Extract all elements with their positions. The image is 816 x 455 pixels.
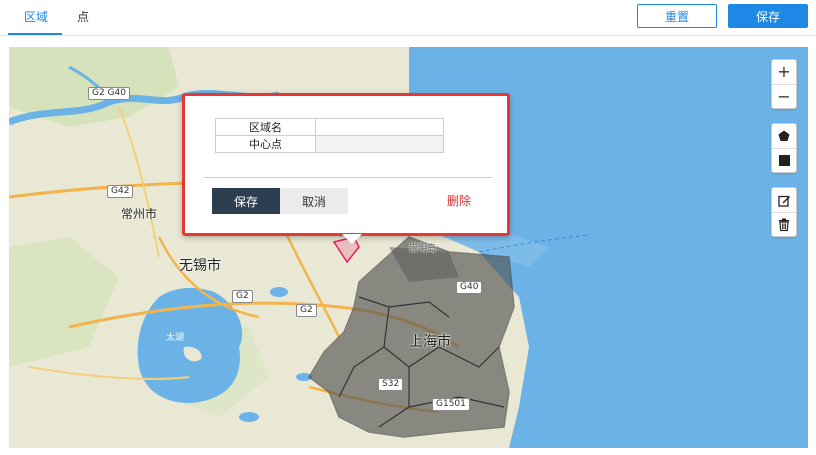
draw-shape-controls bbox=[771, 123, 797, 173]
tab-region[interactable]: 区域 bbox=[24, 0, 48, 36]
draw-rectangle-button[interactable] bbox=[772, 148, 796, 172]
zoom-out-button[interactable]: − bbox=[772, 84, 796, 108]
top-toolbar: 区域 点 重置 保存 bbox=[0, 0, 816, 36]
edit-controls bbox=[771, 187, 797, 237]
edit-shape-button[interactable] bbox=[772, 188, 796, 212]
pentagon-icon bbox=[778, 130, 790, 141]
city-label-changzhou: 常州市 bbox=[121, 207, 158, 221]
delete-shape-button[interactable] bbox=[772, 212, 796, 236]
draw-polygon-button[interactable] bbox=[772, 124, 796, 148]
zoom-controls: + − bbox=[771, 59, 797, 109]
popup-cancel-button[interactable]: 取消 bbox=[280, 188, 348, 214]
popup-pointer bbox=[342, 234, 362, 244]
road-shield-g40: G40 bbox=[456, 281, 483, 294]
region-name-label: 区域名 bbox=[215, 118, 316, 136]
road-shield-g2g40: G2 G40 bbox=[88, 87, 130, 100]
form-row-region-name: 区域名 bbox=[215, 118, 444, 136]
road-shield-s32: S32 bbox=[378, 378, 404, 391]
region-form-table: 区域名 中心点 bbox=[215, 118, 444, 153]
center-point-label: 中心点 bbox=[215, 135, 316, 153]
lake-label-taihu: 太湖 bbox=[166, 333, 185, 343]
square-icon bbox=[778, 155, 790, 166]
center-point-input[interactable] bbox=[316, 137, 443, 151]
road-shield-g1501: G1501 bbox=[432, 398, 470, 411]
road-shield-g2-east: G2 bbox=[296, 304, 317, 317]
form-row-center-point: 中心点 bbox=[215, 135, 444, 153]
save-button[interactable]: 保存 bbox=[728, 4, 808, 28]
road-shield-g2: G2 bbox=[232, 290, 253, 303]
active-tab-indicator bbox=[8, 33, 62, 35]
popup-divider bbox=[203, 177, 493, 178]
trash-icon bbox=[779, 218, 789, 231]
region-name-input[interactable] bbox=[316, 120, 443, 134]
island-label-chongming: 崇明岛 bbox=[409, 244, 437, 254]
city-label-wuxi: 无锡市 bbox=[179, 258, 221, 274]
popup-save-button[interactable]: 保存 bbox=[212, 188, 280, 214]
tab-point[interactable]: 点 bbox=[77, 0, 89, 36]
city-label-shanghai: 上海市 bbox=[409, 334, 451, 350]
zoom-in-button[interactable]: + bbox=[772, 60, 796, 84]
popup-delete-link[interactable]: 删除 bbox=[447, 188, 471, 214]
reset-button[interactable]: 重置 bbox=[637, 4, 717, 28]
road-shield-g42: G42 bbox=[107, 185, 134, 198]
region-edit-popup: 区域名 中心点 保存 取消 删除 bbox=[182, 93, 510, 236]
edit-icon bbox=[777, 195, 790, 207]
